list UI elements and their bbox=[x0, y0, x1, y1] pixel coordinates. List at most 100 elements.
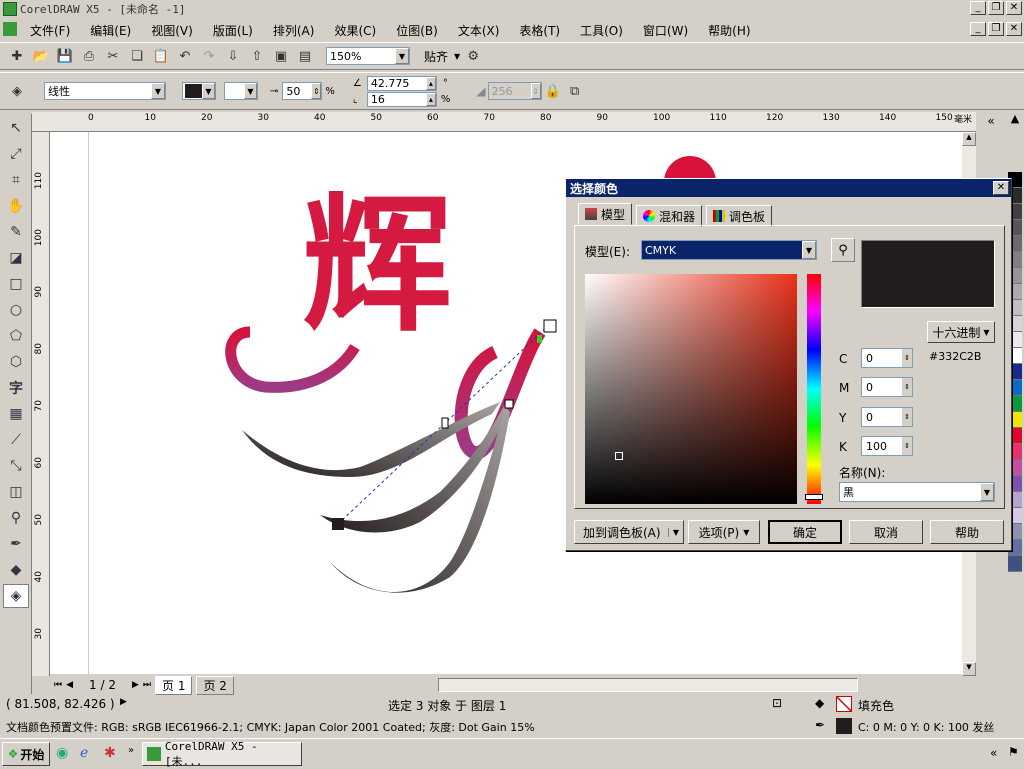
hex-mode-select[interactable]: 十六进制 ▼ bbox=[927, 321, 995, 343]
copy-properties-icon[interactable]: ⧉ bbox=[564, 80, 586, 102]
interactive-fill-tool-icon[interactable]: ◈ bbox=[3, 584, 29, 608]
model-select[interactable]: CMYK ▼ bbox=[641, 240, 817, 260]
tab-palette[interactable]: 调色板 bbox=[706, 205, 773, 227]
page-tab-1[interactable]: 页 1 bbox=[155, 675, 193, 695]
export-icon[interactable]: ⇧ bbox=[246, 45, 268, 67]
fill-tool-icon[interactable]: ◆ bbox=[3, 558, 29, 582]
tray-expand-icon[interactable]: « bbox=[990, 746, 997, 760]
chevron-down-icon[interactable]: ▼ bbox=[667, 527, 683, 537]
midpoint-input[interactable]: 50 ⇕ bbox=[282, 82, 323, 100]
smart-fill-icon[interactable]: ◪ bbox=[3, 246, 29, 270]
menu-item[interactable]: 位图(B) bbox=[386, 22, 448, 39]
paste-icon[interactable]: 📋 bbox=[150, 45, 172, 67]
dialog-close-button[interactable]: ✕ bbox=[993, 181, 1009, 195]
cut-icon[interactable]: ✂ bbox=[102, 45, 124, 67]
ok-button[interactable]: 确定 bbox=[768, 520, 842, 544]
shape-tool-icon[interactable]: ⤢ bbox=[3, 142, 29, 166]
hue-slider[interactable] bbox=[805, 274, 823, 504]
add-to-palette-button[interactable]: 加到调色板(A) ▼ bbox=[574, 520, 684, 544]
snap-label[interactable]: 贴齐 bbox=[424, 48, 448, 65]
palette-swatch[interactable] bbox=[1008, 556, 1022, 572]
menu-item[interactable]: 窗口(W) bbox=[633, 22, 698, 39]
dimension-tool-icon[interactable]: ⟋ bbox=[3, 428, 29, 452]
tray-icon[interactable]: ⚑ bbox=[1008, 745, 1019, 759]
menu-item[interactable]: 工具(O) bbox=[570, 22, 633, 39]
save-icon[interactable]: 💾 bbox=[54, 45, 76, 67]
menu-item[interactable]: 编辑(E) bbox=[80, 22, 141, 39]
outline-tool-icon[interactable]: ✒ bbox=[3, 532, 29, 556]
spinner-icon[interactable]: ⇕ bbox=[902, 408, 912, 426]
tab-model[interactable]: 模型 bbox=[578, 203, 633, 225]
doc-minimize-button[interactable]: _ bbox=[970, 22, 986, 36]
restore-button[interactable]: ❐ bbox=[988, 1, 1004, 15]
open-icon[interactable]: 📂 bbox=[30, 45, 52, 67]
zoom-select[interactable]: 150% ▼ bbox=[326, 47, 410, 65]
welcome-icon[interactable]: ▤ bbox=[294, 45, 316, 67]
pan-tool-icon[interactable]: ✋ bbox=[3, 194, 29, 218]
rectangle-tool-icon[interactable]: □ bbox=[3, 272, 29, 296]
ellipse-tool-icon[interactable]: ○ bbox=[3, 298, 29, 322]
app-launcher-icon[interactable]: ▣ bbox=[270, 45, 292, 67]
blend-tool-icon[interactable]: ◫ bbox=[3, 480, 29, 504]
color-name-select[interactable]: 黑 ▼ bbox=[839, 482, 995, 502]
outline-swatch[interactable] bbox=[836, 718, 852, 734]
undo-icon[interactable]: ↶ bbox=[174, 45, 196, 67]
table-tool-icon[interactable]: ▦ bbox=[3, 402, 29, 426]
spinner-icon[interactable]: ⇕ bbox=[530, 83, 541, 99]
eyedropper-icon[interactable]: ⚲ bbox=[831, 238, 855, 262]
lock-icon[interactable]: 🔒 bbox=[542, 80, 564, 102]
doc-close-button[interactable]: ✕ bbox=[1006, 22, 1022, 36]
edge-pad-input[interactable]: 16 ▴ bbox=[366, 91, 437, 107]
page-tab-2[interactable]: 页 2 bbox=[196, 675, 234, 695]
interactive-fill-icon[interactable]: ◈ bbox=[6, 80, 28, 102]
menu-item[interactable]: 文本(X) bbox=[448, 22, 510, 39]
color-field[interactable] bbox=[585, 274, 797, 504]
prev-page-icon[interactable]: ◀ bbox=[66, 680, 73, 690]
app-quicklaunch-icon[interactable]: ✱ bbox=[104, 745, 116, 761]
copy-icon[interactable]: ❏ bbox=[126, 45, 148, 67]
print-icon[interactable]: ⎙ bbox=[78, 45, 100, 67]
end-color-picker[interactable]: ▼ bbox=[224, 82, 258, 100]
help-button[interactable]: 帮助 bbox=[930, 520, 1004, 544]
pick-tool-icon[interactable]: ↖ bbox=[3, 116, 29, 140]
eyedropper-tool-icon[interactable]: ⚲ bbox=[3, 506, 29, 530]
menu-item[interactable]: 帮助(H) bbox=[698, 22, 760, 39]
palette-scroll-up-icon[interactable]: ▲ bbox=[1006, 112, 1024, 125]
menu-item[interactable]: 视图(V) bbox=[141, 22, 203, 39]
cancel-button[interactable]: 取消 bbox=[849, 520, 923, 544]
angle-input[interactable]: 42.775 ▴ bbox=[366, 75, 437, 91]
tab-mixer[interactable]: 混和器 bbox=[636, 205, 703, 227]
fill-type-select[interactable]: 线性 ▼ bbox=[44, 82, 166, 100]
spinner-icon[interactable]: ⇕ bbox=[902, 437, 912, 455]
basic-shapes-icon[interactable]: ⬡ bbox=[3, 350, 29, 374]
browser-icon[interactable]: ◉ bbox=[56, 745, 68, 761]
channel-y-input[interactable]: 0 ⇕ bbox=[861, 407, 913, 427]
channel-m-input[interactable]: 0 ⇕ bbox=[861, 377, 913, 397]
polygon-tool-icon[interactable]: ⬠ bbox=[3, 324, 29, 348]
snap-icon[interactable]: ⊡ bbox=[772, 696, 782, 710]
horizontal-scrollbar[interactable] bbox=[437, 678, 858, 692]
spinner-icon[interactable]: ⇕ bbox=[311, 83, 322, 99]
menu-item[interactable]: 效果(C) bbox=[324, 22, 386, 39]
first-page-icon[interactable]: ⏮ bbox=[54, 680, 62, 690]
doc-restore-button[interactable]: ❐ bbox=[988, 22, 1004, 36]
minimize-button[interactable]: _ bbox=[970, 1, 986, 15]
new-icon[interactable]: ✚ bbox=[6, 45, 28, 67]
spinner-icon[interactable]: ▴ bbox=[425, 76, 436, 90]
menu-item[interactable]: 表格(T) bbox=[509, 22, 570, 39]
spinner-icon[interactable]: ⇕ bbox=[902, 378, 912, 396]
freehand-tool-icon[interactable]: ✎ bbox=[3, 220, 29, 244]
next-page-icon[interactable]: ▶ bbox=[132, 680, 139, 690]
menu-item[interactable]: 文件(F) bbox=[20, 22, 80, 39]
connector-tool-icon[interactable]: ⤡ bbox=[3, 454, 29, 478]
taskbar-coreldraw[interactable]: CorelDRAW X5 - [未... bbox=[142, 740, 302, 768]
text-tool-icon[interactable]: 字 bbox=[3, 376, 29, 400]
channel-k-input[interactable]: 100 ⇕ bbox=[861, 436, 913, 456]
last-page-icon[interactable]: ⏭ bbox=[143, 680, 151, 690]
options-icon[interactable]: ⚙ bbox=[462, 45, 484, 67]
close-button[interactable]: ✕ bbox=[1006, 1, 1022, 15]
start-button[interactable]: ❖ 开始 bbox=[2, 742, 50, 766]
import-icon[interactable]: ⇩ bbox=[222, 45, 244, 67]
channel-c-input[interactable]: 0 ⇕ bbox=[861, 348, 913, 368]
crop-tool-icon[interactable]: ⌗ bbox=[3, 168, 29, 192]
